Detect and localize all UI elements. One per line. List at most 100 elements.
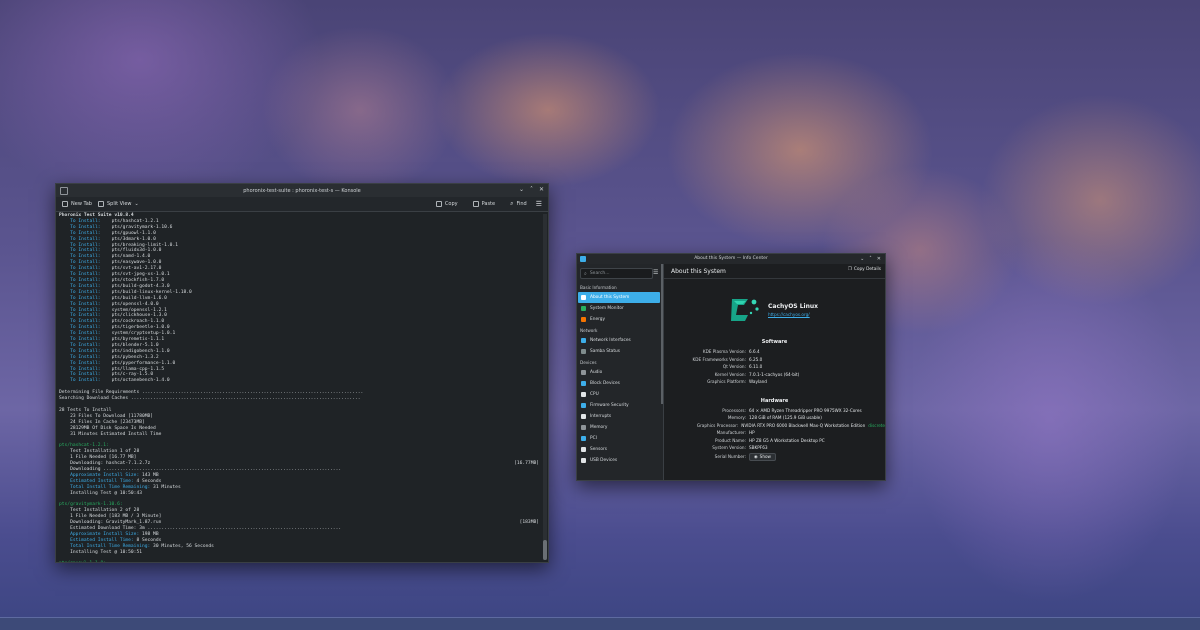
sidebar-section-label: Devices bbox=[580, 360, 597, 365]
test-text: Test Installation 1 of 28 bbox=[59, 449, 140, 455]
new-tab-button[interactable]: New Tab bbox=[62, 201, 92, 207]
sidebar-item-memory[interactable]: Memory bbox=[578, 422, 660, 433]
info-key: Qt Version: bbox=[722, 364, 746, 369]
sidebar-item-about-this-system[interactable]: About this System bbox=[578, 292, 660, 303]
new-tab-icon bbox=[62, 201, 68, 207]
sidebar-item-energy[interactable]: Energy bbox=[578, 314, 660, 325]
monitor-icon bbox=[581, 306, 586, 311]
memory-icon bbox=[581, 425, 586, 430]
terminal-output[interactable]: Phoronix Test Suite v10.8.4 To Install: … bbox=[56, 212, 542, 562]
sidebar-item-label: Energy bbox=[590, 317, 606, 322]
konsole-titlebar[interactable]: phoronix-test-suite : phoronix-test-s — … bbox=[56, 184, 548, 197]
search-icon: ⌕ bbox=[510, 200, 514, 207]
stat-key: Total Install Time Remaining: bbox=[59, 543, 154, 549]
info-value: 7.0.1-1-cachyos (64-bit) bbox=[749, 371, 800, 377]
hamburger-menu-icon[interactable]: ☰ bbox=[653, 269, 658, 276]
chevron-down-icon: ⌄ bbox=[134, 201, 139, 207]
find-button[interactable]: ⌕ Find bbox=[510, 200, 527, 208]
sidebar-scrollbar[interactable] bbox=[661, 264, 663, 404]
to-install-label: To Install: bbox=[70, 248, 101, 254]
os-website-link[interactable]: https://cachyos.org/ bbox=[768, 312, 818, 317]
install-package: pts/svt-av1-2.17.0 bbox=[111, 266, 162, 272]
sidebar-item-block-devices[interactable]: Block Devices bbox=[578, 378, 660, 389]
maximize-icon[interactable]: ˄ bbox=[869, 255, 872, 263]
info-row: KDE Frameworks Version: 6.25.0 bbox=[664, 356, 885, 364]
info-row: Kernel Version: 7.0.1-1-cachyos (64-bit) bbox=[664, 371, 885, 379]
search-input[interactable]: ⌕ Search... bbox=[580, 268, 653, 279]
summary-text: 28 Tests To Install bbox=[59, 407, 112, 413]
sidebar-item-network-interfaces[interactable]: Network Interfaces bbox=[578, 335, 660, 346]
download-size: [183MB] bbox=[519, 520, 539, 526]
sidebar-item-sensors[interactable]: Sensors bbox=[578, 444, 660, 455]
test-name-line: pts/gpuowl-1.1.0: bbox=[59, 561, 539, 562]
copy-button[interactable]: Copy bbox=[435, 201, 458, 207]
sidebar-item-label: Samba Status bbox=[590, 349, 620, 354]
sidebar-item-label: Memory bbox=[590, 425, 608, 430]
stat-key: Estimated Install Time: bbox=[59, 478, 137, 484]
info-row: Product Name: HP Z8 G5 A Workstation Desk… bbox=[664, 437, 885, 445]
sidebar-item-cpu[interactable]: CPU bbox=[578, 389, 660, 400]
close-icon[interactable]: ✕ bbox=[539, 186, 544, 194]
sidebar-item-samba-status[interactable]: Samba Status bbox=[578, 346, 660, 357]
install-package: pts/cockroach-1.1.0 bbox=[111, 319, 165, 325]
paste-icon bbox=[472, 201, 479, 207]
sidebar-item-firmware-security[interactable]: Firmware Security bbox=[578, 400, 660, 411]
info-key: Processors: bbox=[722, 407, 746, 413]
konsole-toolbar: New Tab Split View ⌄ Copy Paste ⌕ Find ☰ bbox=[56, 197, 548, 212]
stat-value: 31 Minutes bbox=[153, 484, 181, 490]
info-value-wrap: 64 × AMD Ryzen Threadripper PRO 9975WX 3… bbox=[749, 407, 885, 415]
software-heading: Software bbox=[761, 339, 788, 345]
disk-icon bbox=[581, 381, 586, 386]
scrollbar-thumb[interactable] bbox=[543, 540, 547, 560]
install-package: pts/build-llvm-1.6.0 bbox=[111, 295, 167, 301]
paste-button[interactable]: Paste bbox=[472, 201, 495, 207]
sidebar-item-label: Audio bbox=[590, 370, 603, 375]
show-serial-button[interactable]: ◉ Show bbox=[749, 452, 776, 461]
samba-icon bbox=[581, 349, 586, 354]
to-install-label: To Install: bbox=[70, 272, 101, 278]
pci-icon bbox=[581, 436, 586, 441]
sidebar-item-pci[interactable]: PCI bbox=[578, 433, 660, 444]
new-tab-label: New Tab bbox=[71, 201, 92, 207]
info-row: Graphics Processor: NVIDIA RTX PRO 6000 B… bbox=[664, 422, 885, 430]
to-install-label: To Install: bbox=[70, 295, 101, 301]
sidebar-item-label: Firmware Security bbox=[590, 403, 629, 408]
minimize-icon[interactable]: ⌄ bbox=[860, 255, 864, 263]
download-label: Downloading: bbox=[59, 520, 107, 526]
status-text: Searching Download Caches ..............… bbox=[59, 396, 361, 402]
window-title: About this System — Info Center bbox=[694, 256, 768, 261]
sidebar-item-interrupts[interactable]: Interrupts bbox=[578, 411, 660, 422]
info-center-titlebar[interactable]: About this System — Info Center ⌄ ˄ ✕ bbox=[577, 254, 885, 264]
info-row: Processors: 64 × AMD Ryzen Threadripper P… bbox=[664, 407, 885, 415]
info-value: 128 GiB of RAM (125.9 GiB usable) bbox=[749, 415, 822, 420]
install-package: pts/c-ray-1.5.0 bbox=[111, 372, 154, 378]
summary-text: 28129MB Of Disk Space Is Needed bbox=[59, 425, 156, 431]
stat-key: Estimated Install Time: bbox=[59, 537, 137, 543]
shield-icon bbox=[581, 403, 586, 408]
install-package: pts/tigerbeetle-1.0.0 bbox=[111, 325, 170, 331]
maximize-icon[interactable]: ˄ bbox=[530, 186, 533, 194]
to-install-label: To Install: bbox=[70, 313, 101, 319]
install-package: pts/stockfish-1.7.0 bbox=[111, 277, 165, 283]
hamburger-menu-icon[interactable]: ☰ bbox=[536, 200, 542, 208]
sidebar-item-system-monitor[interactable]: System Monitor bbox=[578, 303, 660, 314]
install-package: pts/indigobench-1.1.0 bbox=[111, 348, 170, 354]
terminal-scrollbar[interactable] bbox=[543, 214, 547, 560]
sidebar-section-label: Basic Information bbox=[580, 285, 617, 290]
minimize-icon[interactable]: ⌄ bbox=[519, 186, 524, 194]
test-text: 1 File Needed [183 MB / 3 Minute] bbox=[59, 514, 162, 520]
sidebar-item-usb-devices[interactable]: USB Devices bbox=[578, 455, 660, 466]
split-view-button[interactable]: Split View ⌄ bbox=[97, 201, 139, 207]
info-row: Memory: 128 GiB of RAM (125.9 GiB usable) bbox=[664, 414, 885, 422]
install-package: pts/build-godot-4.3.0 bbox=[111, 283, 170, 289]
download-file: GravityMark_1.87.run bbox=[106, 520, 162, 526]
install-package: pts/byremetis-1.1.1 bbox=[111, 337, 165, 343]
copy-details-button[interactable]: ❐ Copy Details bbox=[848, 267, 881, 272]
search-icon: ⌕ bbox=[584, 270, 587, 277]
close-icon[interactable]: ✕ bbox=[877, 255, 881, 263]
install-package: pts/openssl-4.0.0 bbox=[111, 301, 159, 307]
sidebar-item-audio[interactable]: Audio bbox=[578, 367, 660, 378]
install-package: pts/easywave-1.0.0 bbox=[111, 260, 162, 266]
hardware-heading: Hardware bbox=[760, 397, 789, 404]
to-install-label: To Install: bbox=[70, 236, 101, 242]
